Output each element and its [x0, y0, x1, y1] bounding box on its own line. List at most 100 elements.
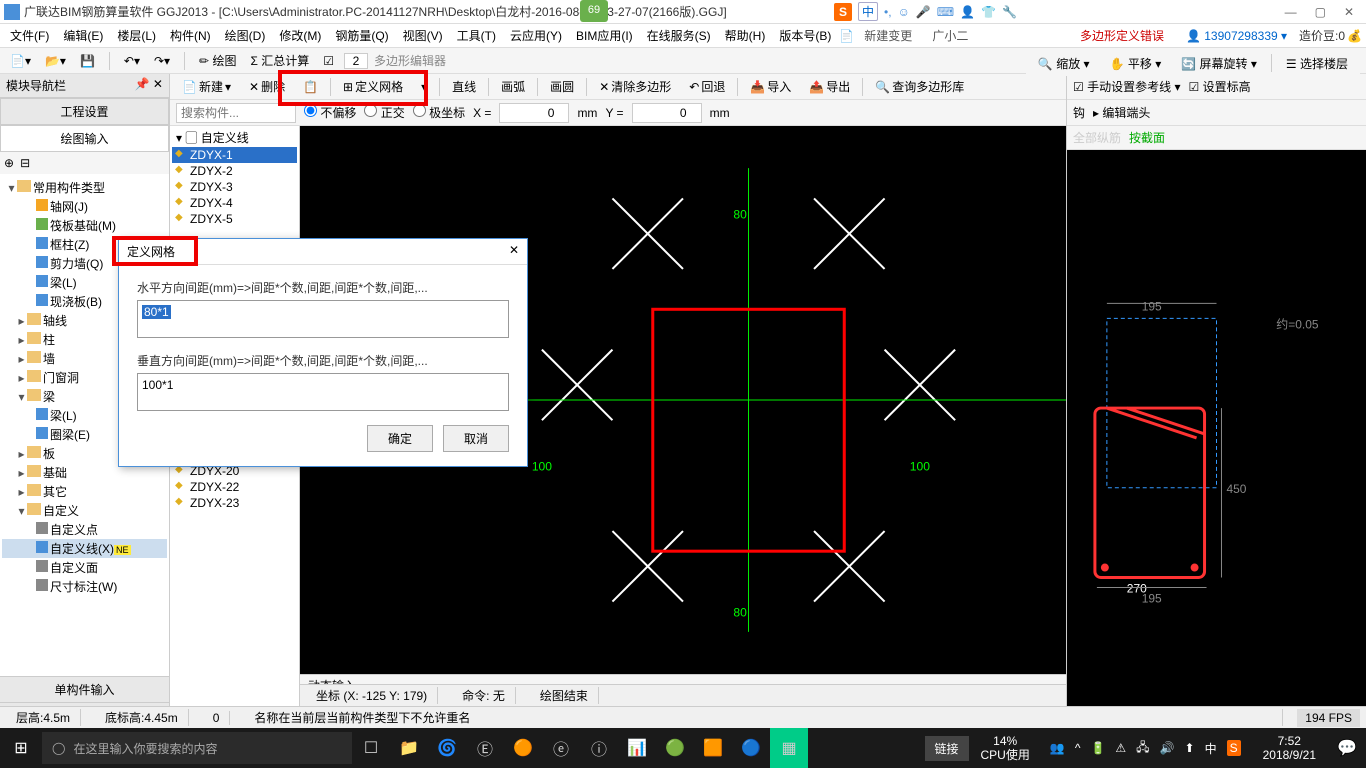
back-button[interactable]: ↶ 回退: [683, 76, 731, 97]
tree-group[interactable]: ▾自定义: [2, 501, 167, 520]
tray-volume-icon[interactable]: 🔊: [1160, 741, 1175, 755]
minimize-button[interactable]: —: [1285, 5, 1297, 19]
taskbar-app-icon[interactable]: 📊: [618, 728, 656, 768]
taskbar-app-icon[interactable]: 📁: [390, 728, 428, 768]
notifications-icon[interactable]: 💬: [1328, 738, 1366, 758]
menu-component[interactable]: 构件(N): [164, 25, 217, 46]
clear-button[interactable]: ✕ 清除多边形: [593, 76, 677, 97]
menu-version[interactable]: 版本号(B): [773, 25, 837, 46]
tree-item[interactable]: 自定义点: [2, 520, 167, 539]
zoom-button[interactable]: 🔍 缩放 ▾: [1032, 53, 1096, 74]
tree-item[interactable]: 尺寸标注(W): [2, 577, 167, 596]
tray-icon[interactable]: ⬆: [1185, 741, 1195, 755]
new-change-button[interactable]: 新建变更: [856, 25, 920, 46]
list-item[interactable]: ZDYX-5: [172, 211, 297, 227]
pin-icon[interactable]: 📌 ✕: [135, 77, 163, 94]
tray-sogou-icon[interactable]: S: [1227, 740, 1241, 756]
list-item[interactable]: ZDYX-2: [172, 163, 297, 179]
task-view-icon[interactable]: ☐: [352, 728, 390, 768]
clock[interactable]: 7:52 2018/9/21: [1251, 734, 1328, 762]
pan-button[interactable]: ✋ 平移 ▾: [1104, 53, 1168, 74]
list-item[interactable]: ZDYX-1: [172, 147, 297, 163]
new-file-button[interactable]: 📄▾: [6, 52, 35, 70]
tree-root[interactable]: ▾常用构件类型: [2, 178, 167, 197]
list-item[interactable]: ZDYX-3: [172, 179, 297, 195]
circle-button[interactable]: 画圆: [544, 76, 580, 97]
ime-lang[interactable]: 中: [858, 2, 878, 21]
tray-lang[interactable]: 中: [1205, 740, 1217, 757]
tree-item[interactable]: 筏板基础(M): [2, 216, 167, 235]
tab-draw-input[interactable]: 绘图输入: [0, 125, 169, 152]
tray-network-icon[interactable]: 🖧: [1136, 738, 1149, 759]
select-floor-button[interactable]: ☰ 选择楼层: [1280, 53, 1354, 74]
tree-item-selected[interactable]: 自定义线(X)NE: [2, 539, 167, 558]
section-label[interactable]: 按截面: [1129, 129, 1165, 146]
tray-icon[interactable]: 👥: [1050, 741, 1065, 755]
x-input[interactable]: [499, 103, 569, 123]
menu-bim[interactable]: BIM应用(I): [570, 25, 639, 46]
badge-icon[interactable]: 69: [580, 0, 608, 22]
delete-button[interactable]: ✕ 删除: [243, 76, 291, 97]
phone-label[interactable]: 👤 13907298339 ▾: [1176, 29, 1297, 43]
new-button[interactable]: 📄 新建 ▾: [176, 76, 237, 97]
taskbar-app-icon[interactable]: ▦: [770, 728, 808, 768]
dialog-close-button[interactable]: ✕: [509, 243, 519, 260]
link-label[interactable]: 链接: [925, 736, 969, 761]
manual-ref-button[interactable]: ☑ 手动设置参考线 ▾: [1073, 78, 1180, 95]
y-input[interactable]: [632, 103, 702, 123]
taskbar-app-icon[interactable]: 🟠: [504, 728, 542, 768]
menu-cloud[interactable]: 云应用(Y): [504, 25, 568, 46]
menu-edit[interactable]: 编辑(E): [57, 25, 109, 46]
taskbar-app-icon[interactable]: 🟢: [656, 728, 694, 768]
tray-icon[interactable]: 🔋: [1090, 741, 1105, 755]
opt-polar[interactable]: 极坐标: [413, 104, 465, 121]
line-button[interactable]: 直线: [446, 76, 482, 97]
open-file-button[interactable]: 📂▾: [41, 52, 70, 70]
dialog-cancel-button[interactable]: 取消: [443, 425, 509, 452]
menu-view[interactable]: 视图(V): [397, 25, 449, 46]
import-button[interactable]: 📥 导入: [744, 76, 797, 97]
menu-file[interactable]: 文件(F): [4, 25, 55, 46]
close-button[interactable]: ✕: [1344, 5, 1354, 19]
list-root[interactable]: ▾ ▢ 自定义线: [172, 128, 297, 147]
edit-end-button[interactable]: ▸ 编辑端头: [1093, 104, 1150, 121]
search-input[interactable]: [176, 103, 296, 123]
save-button[interactable]: 💾: [76, 52, 99, 70]
section-canvas[interactable]: 195 195 450 270 约=0.05: [1067, 150, 1366, 706]
copy-button[interactable]: 📋: [297, 78, 324, 96]
menu-tool[interactable]: 工具(T): [451, 25, 502, 46]
menu-modify[interactable]: 修改(M): [273, 25, 327, 46]
v-spacing-input[interactable]: 100*1: [137, 373, 509, 411]
expand-icon[interactable]: ⊕: [4, 156, 14, 170]
menu-floor[interactable]: 楼层(L): [111, 25, 162, 46]
taskbar-edge-icon[interactable]: ⓔ: [542, 728, 580, 768]
opt-ortho[interactable]: 正交: [364, 104, 404, 121]
start-button[interactable]: ⊞: [0, 728, 42, 768]
tree-group[interactable]: ▸其它: [2, 482, 167, 501]
ime-tool-icon[interactable]: 🔧: [1002, 5, 1017, 19]
taskbar-app-icon[interactable]: 🟧: [694, 728, 732, 768]
h-spacing-input[interactable]: 80*1: [137, 300, 509, 338]
menu-draw[interactable]: 绘图(D): [219, 25, 272, 46]
tree-item[interactable]: 自定义面: [2, 558, 167, 577]
list-item[interactable]: ZDYX-22: [172, 479, 297, 495]
menu-help[interactable]: 帮助(H): [719, 25, 772, 46]
rotate-button[interactable]: 🔄 屏幕旋转 ▾: [1175, 53, 1263, 74]
ime-mic-icon[interactable]: 🎤: [916, 5, 931, 19]
taskbar-app-icon[interactable]: 🌀: [428, 728, 466, 768]
num-input[interactable]: [344, 53, 368, 69]
taskbar-app-icon[interactable]: Ⓔ: [466, 728, 504, 768]
export-button[interactable]: 📤 导出: [803, 76, 856, 97]
cpu-meter[interactable]: 14% CPU使用: [971, 734, 1040, 762]
redo-button[interactable]: ↷▾: [150, 52, 174, 70]
dialog-ok-button[interactable]: 确定: [367, 425, 433, 452]
tab-project-settings[interactable]: 工程设置: [0, 98, 169, 125]
tray-icon[interactable]: ⚠: [1115, 741, 1126, 755]
query-button[interactable]: 🔍 查询多边形库: [869, 76, 970, 97]
taskbar-search[interactable]: ◯ 在这里输入你要搜索的内容: [42, 732, 352, 764]
maximize-button[interactable]: ▢: [1315, 5, 1326, 19]
arc-button[interactable]: 画弧: [495, 76, 531, 97]
ime-skin-icon[interactable]: 👕: [981, 5, 996, 19]
ime-icon[interactable]: •,: [884, 5, 892, 19]
sogou-icon[interactable]: S: [834, 3, 852, 21]
